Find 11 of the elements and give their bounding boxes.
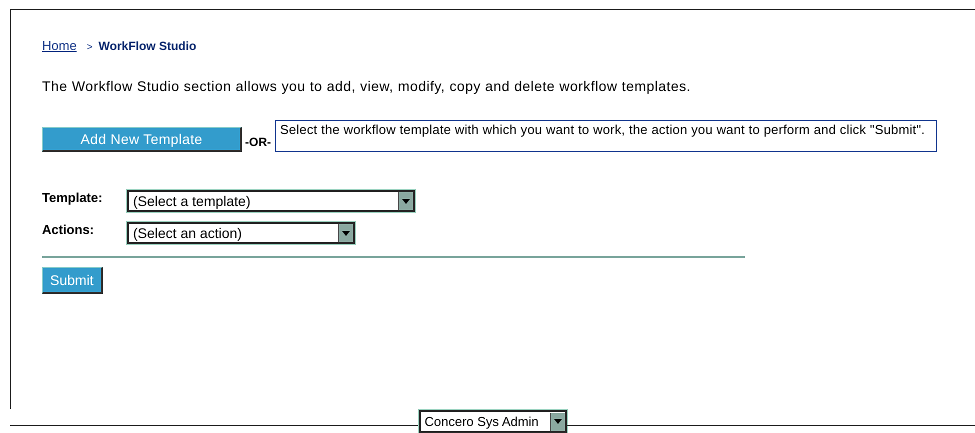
- or-label: -OR-: [245, 135, 271, 149]
- select-dropdown[interactable]: (Select an action): [127, 222, 355, 244]
- current-page-title: WorkFlow Studio: [98, 39, 196, 53]
- select-dropdown[interactable]: (Select a template): [127, 190, 415, 212]
- field-label: Template:: [42, 190, 104, 205]
- breadcrumb-separator: >: [86, 42, 93, 53]
- field-label: Actions:: [42, 222, 95, 237]
- user-select-dropdown[interactable]: Concero Sys Admin: [418, 410, 566, 433]
- home-link[interactable]: Home: [42, 38, 77, 53]
- description-text: The Workflow Studio section allows you to add, view, modify, copy and delete workflow templates.: [42, 78, 692, 94]
- instructions-text: Select the workflow template with which you want to work, the action you want to perform and click "Submit".: [275, 120, 937, 152]
